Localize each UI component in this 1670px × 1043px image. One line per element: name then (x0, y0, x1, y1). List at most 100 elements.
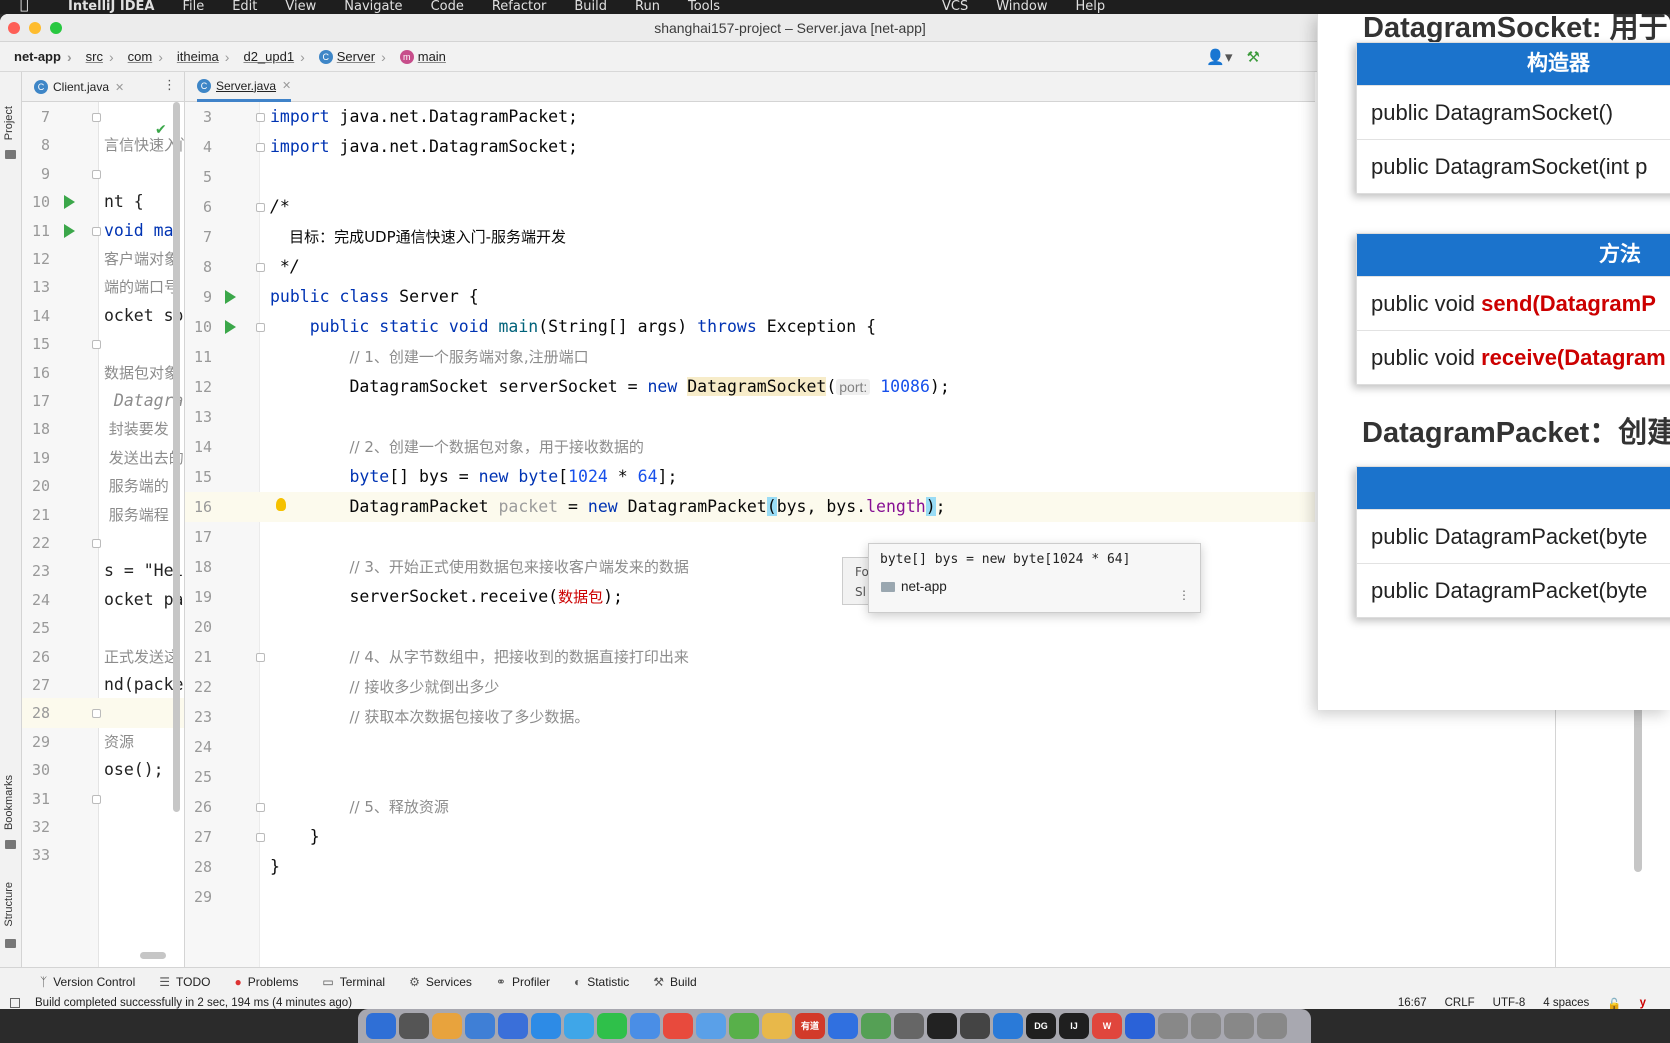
menu-window[interactable]: Window (996, 0, 1047, 13)
dock-app-icon[interactable] (960, 1013, 990, 1039)
menu-edit[interactable]: Edit (232, 0, 257, 13)
vertical-scrollbar[interactable] (173, 102, 180, 812)
dock-app-icon[interactable] (927, 1013, 957, 1039)
dock-app-icon[interactable] (894, 1013, 924, 1039)
yarn-icon[interactable]: y (1640, 997, 1646, 1009)
menu-refactor[interactable]: Refactor (492, 0, 547, 13)
fold-icon[interactable] (256, 143, 265, 152)
fold-icon[interactable] (92, 539, 101, 548)
menu-navigate[interactable]: Navigate (344, 0, 402, 13)
window-toggle-icon[interactable] (10, 998, 20, 1008)
fold-icon[interactable] (256, 113, 265, 122)
breadcrumb-d2-upd1[interactable]: d2_upd1 › (229, 49, 304, 65)
file-encoding[interactable]: UTF-8 (1493, 997, 1526, 1009)
dock-app-icon[interactable] (432, 1013, 462, 1039)
lock-icon[interactable]: 🔓 (1607, 997, 1621, 1009)
fold-icon[interactable] (92, 169, 101, 179)
caret-position[interactable]: 16:67 (1398, 997, 1427, 1009)
run-icon[interactable] (64, 223, 75, 238)
fold-icon[interactable] (256, 833, 265, 842)
tool-statistic[interactable]: ◐ Statistic (574, 975, 629, 989)
breadcrumb-main[interactable]: m main (386, 49, 446, 64)
dock-app-icon[interactable] (531, 1013, 561, 1039)
fold-icon[interactable] (92, 113, 101, 122)
apple-icon[interactable]:  (20, 0, 38, 14)
menu-view[interactable]: View (285, 0, 316, 13)
horizontal-scrollbar[interactable] (140, 952, 166, 959)
fold-icon[interactable] (92, 226, 101, 236)
run-icon[interactable] (225, 320, 236, 334)
dock-app-icon[interactable]: DG (1026, 1013, 1056, 1039)
menu-tools[interactable]: Tools (688, 0, 720, 13)
dock-app-icon[interactable] (993, 1013, 1023, 1039)
fold-icon[interactable] (256, 203, 265, 212)
run-icon[interactable] (225, 290, 236, 304)
tool-todo[interactable]: ☰ TODO (159, 975, 210, 989)
fold-icon[interactable] (256, 263, 265, 272)
dock-app-icon[interactable] (630, 1013, 660, 1039)
status-message[interactable]: Build completed successfully in 2 sec, 1… (35, 997, 352, 1009)
dock-app-icon[interactable] (465, 1013, 495, 1039)
dock-app-icon[interactable] (597, 1013, 627, 1039)
structure-tool-tab[interactable]: Structure (3, 882, 15, 927)
menu-file[interactable]: File (182, 0, 204, 13)
menu-build[interactable]: Build (574, 0, 607, 13)
indent-setting[interactable]: 4 spaces (1543, 997, 1589, 1009)
menu-help[interactable]: Help (1076, 0, 1106, 13)
more-vertical-icon[interactable]: ⋮ (163, 78, 176, 93)
breadcrumb-itheima[interactable]: itheima › (163, 49, 230, 65)
breadcrumb-net-app[interactable]: net-app › (0, 49, 72, 65)
menu-code[interactable]: Code (431, 0, 464, 13)
more-vertical-icon[interactable]: ⋮ (1178, 588, 1190, 602)
tool-profiler[interactable]: ⚭ Profiler (496, 975, 550, 989)
dock-app-icon[interactable] (828, 1013, 858, 1039)
fold-icon[interactable] (92, 709, 101, 719)
dock-app-icon[interactable]: 有道 (795, 1013, 825, 1039)
dock-app-icon[interactable] (663, 1013, 693, 1039)
dock-app-icon[interactable] (498, 1013, 528, 1039)
dock-app-icon[interactable] (729, 1013, 759, 1039)
dock-app-icon[interactable] (1191, 1013, 1221, 1039)
run-icon[interactable] (64, 195, 75, 210)
dock-app-icon[interactable] (762, 1013, 792, 1039)
line-separator[interactable]: CRLF (1445, 997, 1475, 1009)
dock-app-icon[interactable]: IJ (1059, 1013, 1089, 1039)
fold-icon[interactable] (256, 803, 265, 812)
tab-server-java[interactable]: C Server.java ✕ (197, 72, 292, 102)
dock-app-icon[interactable] (366, 1013, 396, 1039)
close-icon[interactable]: ✕ (282, 79, 291, 92)
close-icon[interactable]: ✕ (115, 81, 124, 94)
dock-app-icon[interactable]: W (1092, 1013, 1122, 1039)
dock-app-icon[interactable] (399, 1013, 429, 1039)
tool-build[interactable]: ⚒ Build (653, 975, 696, 989)
menu-app-name[interactable]: IntelliJ IDEA (68, 0, 154, 13)
fold-icon[interactable] (256, 323, 265, 332)
dock-app-icon[interactable] (1125, 1013, 1155, 1039)
server-editor[interactable]: 3 import java.net.DatagramPacket; 4 import… (185, 102, 1315, 967)
dock-app-icon[interactable] (1158, 1013, 1188, 1039)
tool-problems[interactable]: ● Problems (234, 975, 298, 989)
dock-app-icon[interactable] (1257, 1013, 1287, 1039)
build-hammer-icon[interactable]: ⚒ (1247, 48, 1260, 66)
client-editor[interactable]: ✔ 78言信快速入门910nt {11void ma12客户端对象13端的端口号… (22, 102, 185, 967)
fold-icon[interactable] (92, 340, 101, 350)
breadcrumb-server[interactable]: C Server › (305, 49, 386, 65)
tool-terminal[interactable]: ▭ Terminal (322, 975, 385, 989)
menu-run[interactable]: Run (635, 0, 660, 13)
dock-app-icon[interactable] (696, 1013, 726, 1039)
bookmarks-tool-tab[interactable]: Bookmarks (3, 775, 15, 830)
user-icon[interactable]: 👤▾ (1206, 48, 1232, 66)
project-tool-tab[interactable]: Project (3, 106, 15, 140)
breadcrumb-com[interactable]: com › (114, 49, 163, 65)
dock-app-icon[interactable] (1224, 1013, 1254, 1039)
breadcrumb-src[interactable]: src › (72, 49, 114, 65)
fold-icon[interactable] (256, 653, 265, 662)
tool-services[interactable]: ⚙ Services (409, 975, 472, 989)
fold-icon[interactable] (92, 794, 101, 804)
dock-app-icon[interactable] (564, 1013, 594, 1039)
quick-documentation-popup[interactable]: byte[] bys = new byte[1024 * 64] net-app… (868, 543, 1201, 613)
menu-vcs[interactable]: VCS (942, 0, 968, 13)
tool-version-control[interactable]: ᛉ Version Control (40, 975, 135, 989)
tab-client-java[interactable]: C Client.java ✕ (34, 72, 124, 102)
dock-app-icon[interactable] (861, 1013, 891, 1039)
